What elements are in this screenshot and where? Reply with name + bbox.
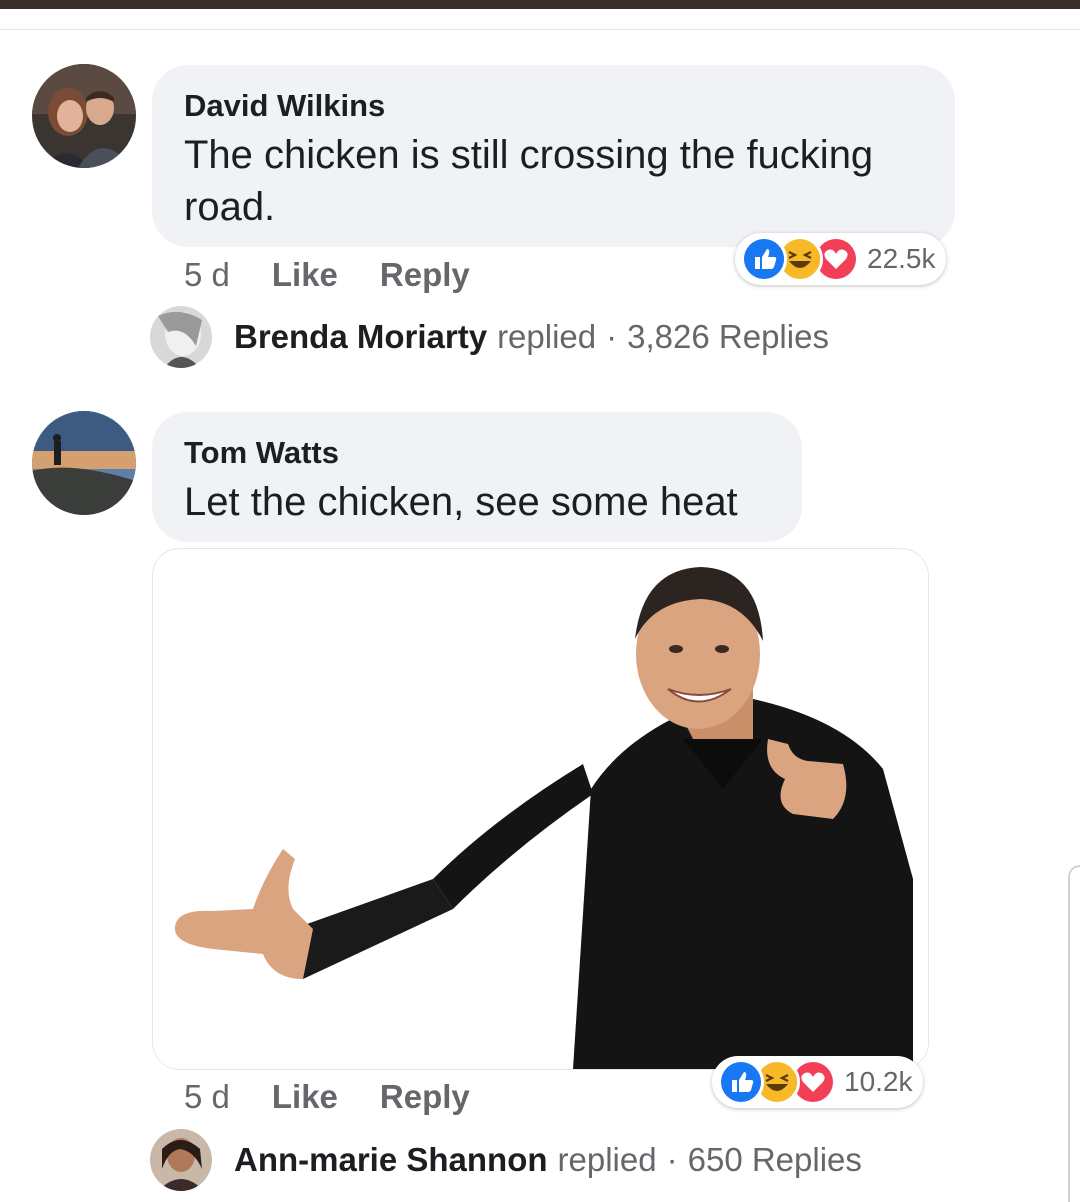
reply-verb: replied	[557, 1141, 657, 1178]
like-icon	[741, 236, 787, 282]
reply-author: Ann-marie Shannon	[234, 1141, 548, 1178]
like-icon	[718, 1059, 764, 1105]
avatar[interactable]	[32, 64, 136, 168]
top-divider	[0, 29, 1080, 30]
reply-avatar	[150, 1129, 212, 1191]
reaction-count: 22.5k	[867, 243, 936, 274]
reaction-count: 10.2k	[844, 1066, 913, 1097]
top-bar	[0, 0, 1080, 9]
reaction-summary[interactable]: 22.5k	[735, 233, 946, 285]
comment-photo[interactable]	[152, 548, 929, 1070]
comment-bubble: David Wilkins The chicken is still cross…	[152, 65, 955, 247]
comment-time[interactable]: 5 d	[184, 256, 230, 293]
reply-avatar	[150, 306, 212, 368]
reply-preview[interactable]: Ann-marie Shannon replied · 650 Replies	[150, 1129, 862, 1191]
reply-author: Brenda Moriarty	[234, 318, 488, 355]
reply-count: 3,826 Replies	[627, 318, 829, 355]
separator-dot: ·	[666, 1141, 678, 1178]
comment-actions: 5 d Like Reply	[184, 255, 512, 295]
comment-bubble: Tom Watts Let the chicken, see some heat	[152, 412, 802, 542]
reaction-summary[interactable]: 10.2k	[712, 1056, 923, 1108]
reply-button[interactable]: Reply	[380, 1078, 470, 1115]
comment-text: The chicken is still crossing the fuckin…	[184, 133, 874, 229]
separator-dot: ·	[606, 318, 618, 355]
reply-preview[interactable]: Brenda Moriarty replied · 3,826 Replies	[150, 306, 829, 368]
comment-text: Let the chicken, see some heat	[184, 480, 738, 524]
like-button[interactable]: Like	[272, 1078, 338, 1115]
reply-verb: replied	[497, 318, 597, 355]
panel-edge	[1068, 865, 1080, 1202]
comment-time[interactable]: 5 d	[184, 1078, 230, 1115]
avatar[interactable]	[32, 411, 136, 515]
reply-count: 650 Replies	[687, 1141, 862, 1178]
comment-actions: 5 d Like Reply	[184, 1077, 512, 1117]
comment-author[interactable]: David Wilkins	[184, 87, 923, 125]
reply-button[interactable]: Reply	[380, 256, 470, 293]
like-button[interactable]: Like	[272, 256, 338, 293]
comment-author[interactable]: Tom Watts	[184, 434, 770, 472]
